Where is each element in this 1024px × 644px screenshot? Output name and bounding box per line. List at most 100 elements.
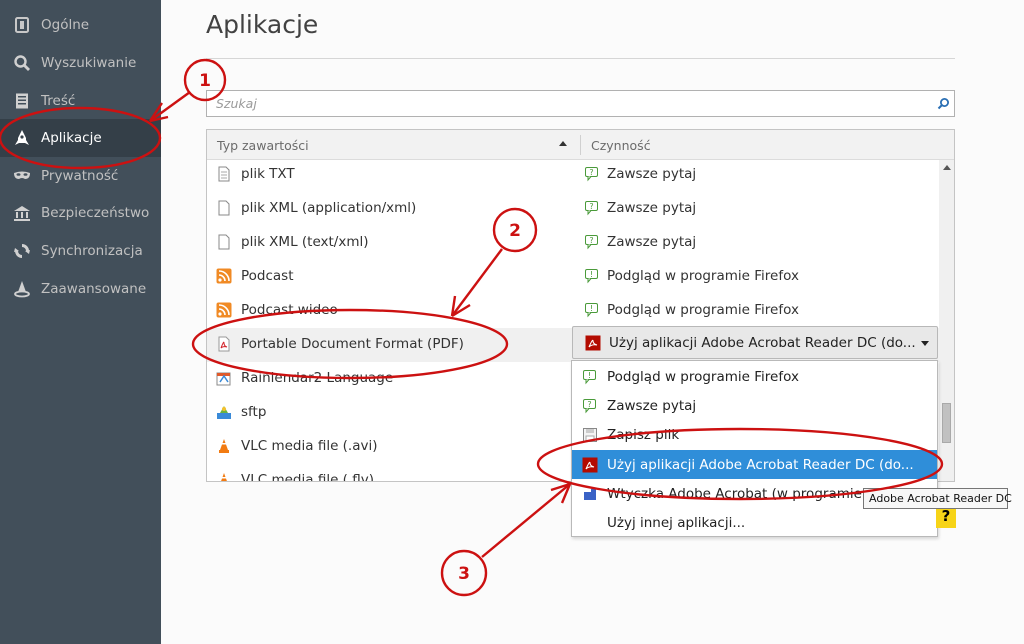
svg-text:?: ? [587, 400, 591, 409]
svg-text:!: ! [588, 371, 591, 380]
dropdown-item-always-ask[interactable]: ? Zawsze pytaj [572, 391, 937, 420]
plugin-icon [584, 489, 596, 500]
annotation-arrow-3 [481, 483, 571, 558]
column-separator[interactable] [580, 135, 581, 155]
sort-ascending-icon [559, 141, 567, 146]
table-row[interactable]: plik XML (application/xml) ? Zawsze pyta… [207, 192, 939, 226]
applications-icon [12, 128, 32, 148]
sidebar-item-sync[interactable]: Synchronizacja [0, 232, 161, 270]
annotation-arrowhead-3 [550, 482, 572, 504]
action-label: Podgląd w programie Firefox [607, 268, 799, 284]
acrobat-icon [582, 457, 598, 473]
dropdown-item-other-app[interactable]: Użyj innej aplikacji... [572, 508, 937, 537]
dropdown-item-label: Użyj innej aplikacji... [607, 515, 746, 531]
content-type-label: Rainlendar2 Language [241, 370, 394, 386]
acrobat-icon [585, 335, 601, 351]
content-icon [12, 91, 32, 111]
general-icon [12, 15, 32, 35]
scroll-up-arrow-icon[interactable] [943, 165, 951, 170]
action-label: Zawsze pytaj [607, 166, 697, 182]
dropdown-item-acrobat[interactable]: Użyj aplikacji Adobe Acrobat Reader DC (… [572, 450, 937, 479]
dropdown-item-label: Zapisz plik [607, 427, 680, 443]
sidebar-item-label: Aplikacje [41, 130, 102, 146]
sidebar-item-search[interactable]: Wyszukiwanie [0, 44, 161, 82]
advanced-icon [12, 279, 32, 299]
sidebar-item-label: Bezpieczeństwo [41, 205, 150, 221]
action-dropdown: ! Podgląd w programie Firefox ? Zawsze p… [571, 360, 938, 537]
content-type-label: Podcast wideo [241, 302, 338, 318]
sidebar-item-label: Ogólne [41, 17, 90, 33]
action-select[interactable]: Użyj aplikacji Adobe Acrobat Reader DC (… [572, 326, 938, 359]
content-type-label: plik XML (application/xml) [241, 200, 417, 216]
content-type-label: Podcast [241, 268, 294, 284]
sidebar-item-advanced[interactable]: Zaawansowane [0, 270, 161, 308]
preview-icon: ! [585, 303, 598, 318]
annotation-label-3: 3 [458, 564, 470, 584]
preview-icon: ! [583, 370, 596, 385]
sftp-icon [217, 406, 231, 419]
table-row[interactable]: Podcast wideo ! Podgląd w programie Fire… [207, 294, 939, 328]
rss-icon [216, 268, 232, 284]
column-header-type[interactable]: Typ zawartości [217, 138, 309, 153]
sidebar-item-label: Zaawansowane [41, 281, 147, 297]
preview-icon: ! [585, 269, 598, 284]
page-title: Aplikacje [206, 10, 319, 39]
column-header-action[interactable]: Czynność [591, 138, 651, 153]
sidebar-item-general[interactable]: Ogólne [0, 6, 161, 44]
table-header: Typ zawartości Czynność [207, 130, 954, 160]
content-type-label: VLC media file (.avi) [241, 438, 378, 454]
dropdown-item-label: Zawsze pytaj [607, 398, 697, 414]
sidebar-item-label: Treść [41, 93, 76, 109]
ask-icon: ? [585, 167, 598, 182]
privacy-mask-icon [12, 166, 32, 186]
action-label: Podgląd w programie Firefox [607, 302, 799, 318]
svg-text:?: ? [589, 236, 593, 245]
search-box[interactable] [206, 90, 955, 117]
search-icon[interactable] [932, 93, 954, 115]
table-row[interactable]: Podcast ! Podgląd w programie Firefox [207, 260, 939, 294]
dropdown-item-label: Wtyczka Adobe Acrobat (w programie Fi [607, 486, 877, 502]
dropdown-item-label: Użyj aplikacji Adobe Acrobat Reader DC (… [607, 457, 914, 473]
annotation-label-1: 1 [199, 71, 211, 91]
annotation-circle-3 [440, 549, 488, 597]
ask-icon: ? [583, 399, 596, 414]
action-select-value: Użyj aplikacji Adobe Acrobat Reader DC (… [609, 335, 916, 351]
content-type-label: Portable Document Format (PDF) [241, 336, 464, 352]
sidebar-item-applications[interactable]: Aplikacje [0, 119, 161, 157]
file-icon [218, 166, 230, 182]
scrollbar-thumb[interactable] [942, 403, 951, 443]
divider [206, 58, 955, 59]
content-type-label: plik TXT [241, 166, 295, 182]
rss-icon [216, 302, 232, 318]
sidebar-item-privacy[interactable]: Prywatność [0, 157, 161, 195]
content-type-label: VLC media file (.flv) [241, 472, 374, 482]
vlc-icon [219, 439, 229, 453]
sidebar-item-security[interactable]: Bezpieczeństwo [0, 194, 161, 232]
dropdown-item-label: Podgląd w programie Firefox [607, 369, 799, 385]
tooltip: Adobe Acrobat Reader DC [863, 488, 1012, 509]
svg-text:!: ! [590, 304, 593, 313]
save-icon [583, 428, 597, 442]
dropdown-item-preview[interactable]: ! Podgląd w programie Firefox [572, 362, 937, 391]
file-icon [218, 234, 230, 250]
svg-text:?: ? [589, 202, 593, 211]
sync-icon [12, 241, 32, 261]
vertical-scrollbar[interactable] [939, 160, 954, 481]
file-icon [218, 200, 230, 216]
chevron-down-icon[interactable] [921, 341, 929, 346]
sidebar-item-label: Synchronizacja [41, 243, 143, 259]
svg-text:?: ? [589, 168, 593, 177]
dropdown-item-save-file[interactable]: Zapisz plik [572, 420, 937, 449]
search-input[interactable] [207, 95, 932, 112]
search-icon [12, 53, 32, 73]
sidebar: Ogólne Wyszukiwanie Treść Aplikacje Pryw… [0, 0, 161, 644]
security-icon [12, 203, 32, 223]
sidebar-item-content[interactable]: Treść [0, 82, 161, 120]
ask-icon: ? [585, 201, 598, 216]
table-row[interactable]: plik XML (text/xml) ? Zawsze pytaj [207, 226, 939, 260]
action-label: Zawsze pytaj [607, 200, 697, 216]
table-row[interactable]: plik TXT ? Zawsze pytaj [207, 158, 939, 192]
action-label: Zawsze pytaj [607, 234, 697, 250]
ask-icon: ? [585, 235, 598, 250]
vlc-icon [221, 473, 227, 481]
